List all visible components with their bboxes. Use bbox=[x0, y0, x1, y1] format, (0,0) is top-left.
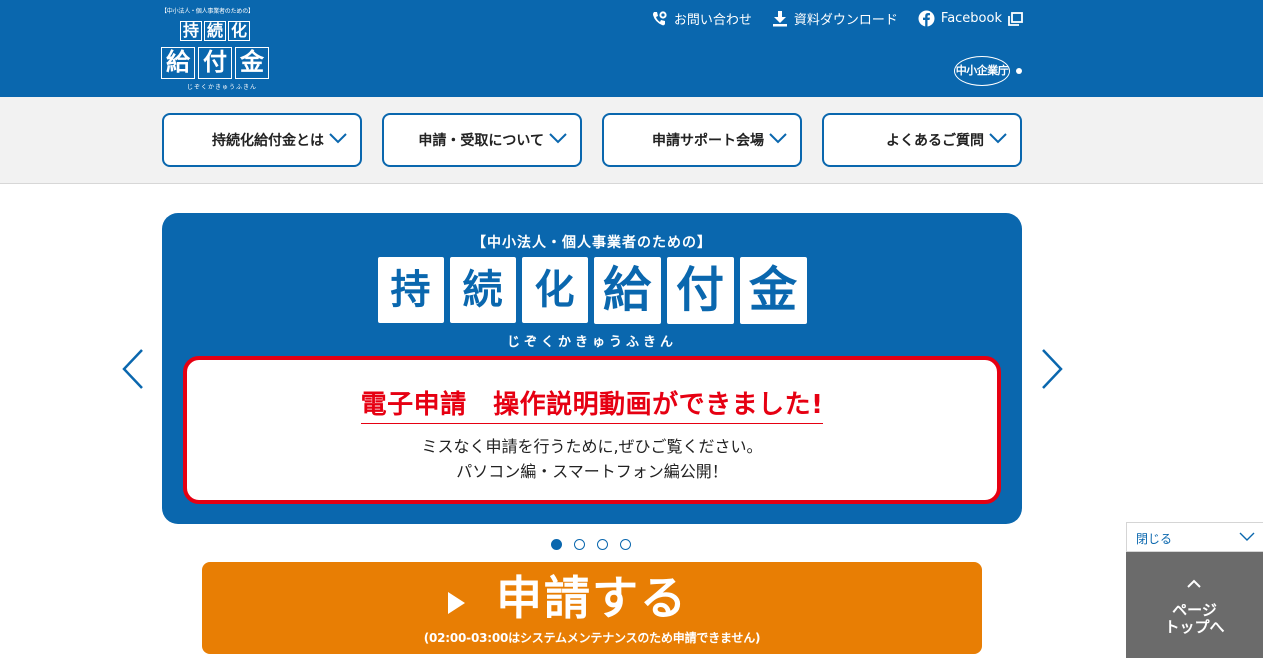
slide-title: 持 続 化 給 付 金 bbox=[162, 257, 1022, 324]
nav-item-about[interactable]: 持続化給付金とは bbox=[162, 113, 362, 167]
notice-heading: 電子申請 操作説明動画ができました! bbox=[187, 384, 997, 424]
carousel-dot[interactable] bbox=[551, 539, 562, 550]
hero-carousel: 【中小法人・個人事業者のための】 持 続 化 給 付 金 じぞくかきゅうふきん … bbox=[0, 184, 1263, 552]
logo-char: 続 bbox=[204, 21, 226, 41]
logo-subtitle: 【中小法人・個人事業者のための】 bbox=[161, 8, 254, 15]
nav-item-label: よくあるご質問 bbox=[886, 133, 984, 149]
logo-row-bottom: 給 付 金 bbox=[161, 47, 269, 79]
carousel-dots bbox=[551, 539, 631, 550]
nav-item-application[interactable]: 申請・受取について bbox=[382, 113, 582, 167]
chevron-down-icon bbox=[989, 133, 1007, 144]
main-nav: 持続化給付金とは 申請・受取について 申請サポート会場 よくあるご質問 bbox=[0, 97, 1263, 184]
logo-char: 持 bbox=[180, 21, 202, 41]
slide-title-char: 金 bbox=[739, 257, 807, 324]
notice-heading-text: 電子申請 操作説明動画ができました! bbox=[360, 384, 824, 424]
agency-logo-text: 中小企業庁 bbox=[954, 56, 1010, 86]
apply-maintenance-note: (02:00-03:00はシステムメンテナンスのため申請できません) bbox=[423, 631, 761, 645]
slide-title-char: 給 bbox=[593, 257, 661, 324]
notice-line: パソコン編・スマートフォン編公開！ bbox=[456, 462, 728, 481]
slide-title-char: 付 bbox=[666, 257, 734, 324]
logo-char: 付 bbox=[198, 47, 232, 79]
notice-line: ミスなく申請を行うために,ぜひご覧ください。 bbox=[421, 437, 763, 456]
nav-item-label: 申請・受取について bbox=[418, 133, 544, 149]
chevron-down-icon bbox=[769, 133, 787, 144]
logo-char: 化 bbox=[228, 21, 250, 41]
carousel-slide[interactable]: 【中小法人・個人事業者のための】 持 続 化 給 付 金 じぞくかきゅうふきん … bbox=[162, 213, 1022, 524]
slide-title-char: 続 bbox=[449, 257, 516, 323]
carousel-dot[interactable] bbox=[597, 539, 608, 550]
carousel-dot[interactable] bbox=[574, 539, 585, 550]
carousel-prev-arrow-icon[interactable] bbox=[121, 348, 145, 390]
apply-button-label: 申請する bbox=[496, 571, 688, 625]
external-link-icon bbox=[1008, 11, 1023, 26]
nav-item-label: 申請サポート会場 bbox=[652, 133, 764, 149]
chevron-down-icon bbox=[1239, 532, 1255, 541]
site-logo[interactable]: 【中小法人・個人事業者のための】 持 続 化 給 付 金 じぞくかきゅうふきん bbox=[161, 8, 269, 92]
logo-row-top: 持 続 化 bbox=[180, 21, 250, 41]
carousel-dot[interactable] bbox=[620, 539, 631, 550]
page-top-button[interactable]: ページ トップへ bbox=[1126, 552, 1263, 658]
slide-title-char: 持 bbox=[377, 257, 444, 323]
video-notice-box: 電子申請 操作説明動画ができました! ミスなく申請を行うために,ぜひご覧ください… bbox=[183, 356, 1001, 504]
contact-link-label: お問い合わせ bbox=[673, 13, 752, 28]
download-icon bbox=[772, 11, 787, 27]
header-links: お問い合わせ 資料ダウンロード Facebook bbox=[651, 9, 1023, 28]
phone-icon bbox=[652, 11, 667, 26]
facebook-link-label: Facebook bbox=[940, 11, 1002, 26]
logo-char: 給 bbox=[161, 47, 195, 79]
slide-ruby: じぞくかきゅうふきん bbox=[506, 335, 677, 350]
agency-logo-dot bbox=[1016, 68, 1022, 74]
chevron-down-icon bbox=[329, 133, 347, 144]
download-link[interactable]: 資料ダウンロード bbox=[772, 9, 898, 28]
nav-item-faq[interactable]: よくあるご質問 bbox=[822, 113, 1022, 167]
nav-item-support[interactable]: 申請サポート会場 bbox=[602, 113, 802, 167]
carousel-next-arrow-icon[interactable] bbox=[1040, 348, 1064, 390]
slide-title-char: 化 bbox=[521, 257, 588, 323]
facebook-icon bbox=[918, 10, 935, 27]
logo-ruby: じぞくかきゅうふきん bbox=[187, 84, 258, 91]
site-header: 【中小法人・個人事業者のための】 持 続 化 給 付 金 じぞくかきゅうふきん … bbox=[0, 0, 1263, 97]
apply-button[interactable]: 申請する (02:00-03:00はシステムメンテナンスのため申請できません) bbox=[202, 562, 982, 654]
contact-link[interactable]: お問い合わせ bbox=[651, 9, 752, 28]
download-link-label: 資料ダウンロード bbox=[793, 13, 898, 28]
close-floating-button[interactable]: 閉じる bbox=[1126, 522, 1263, 552]
nav-item-label: 持続化給付金とは bbox=[212, 133, 324, 149]
close-label: 閉じる bbox=[1136, 532, 1173, 546]
slide-subtitle: 【中小法人・個人事業者のための】 bbox=[472, 235, 712, 251]
logo-char: 金 bbox=[235, 47, 269, 79]
chevron-up-icon bbox=[1187, 579, 1201, 588]
facebook-link[interactable]: Facebook bbox=[918, 10, 1023, 27]
agency-logo[interactable]: 中小企業庁 bbox=[954, 54, 1024, 90]
chevron-down-icon bbox=[549, 133, 567, 144]
page-top-label: トップへ bbox=[1164, 618, 1225, 636]
